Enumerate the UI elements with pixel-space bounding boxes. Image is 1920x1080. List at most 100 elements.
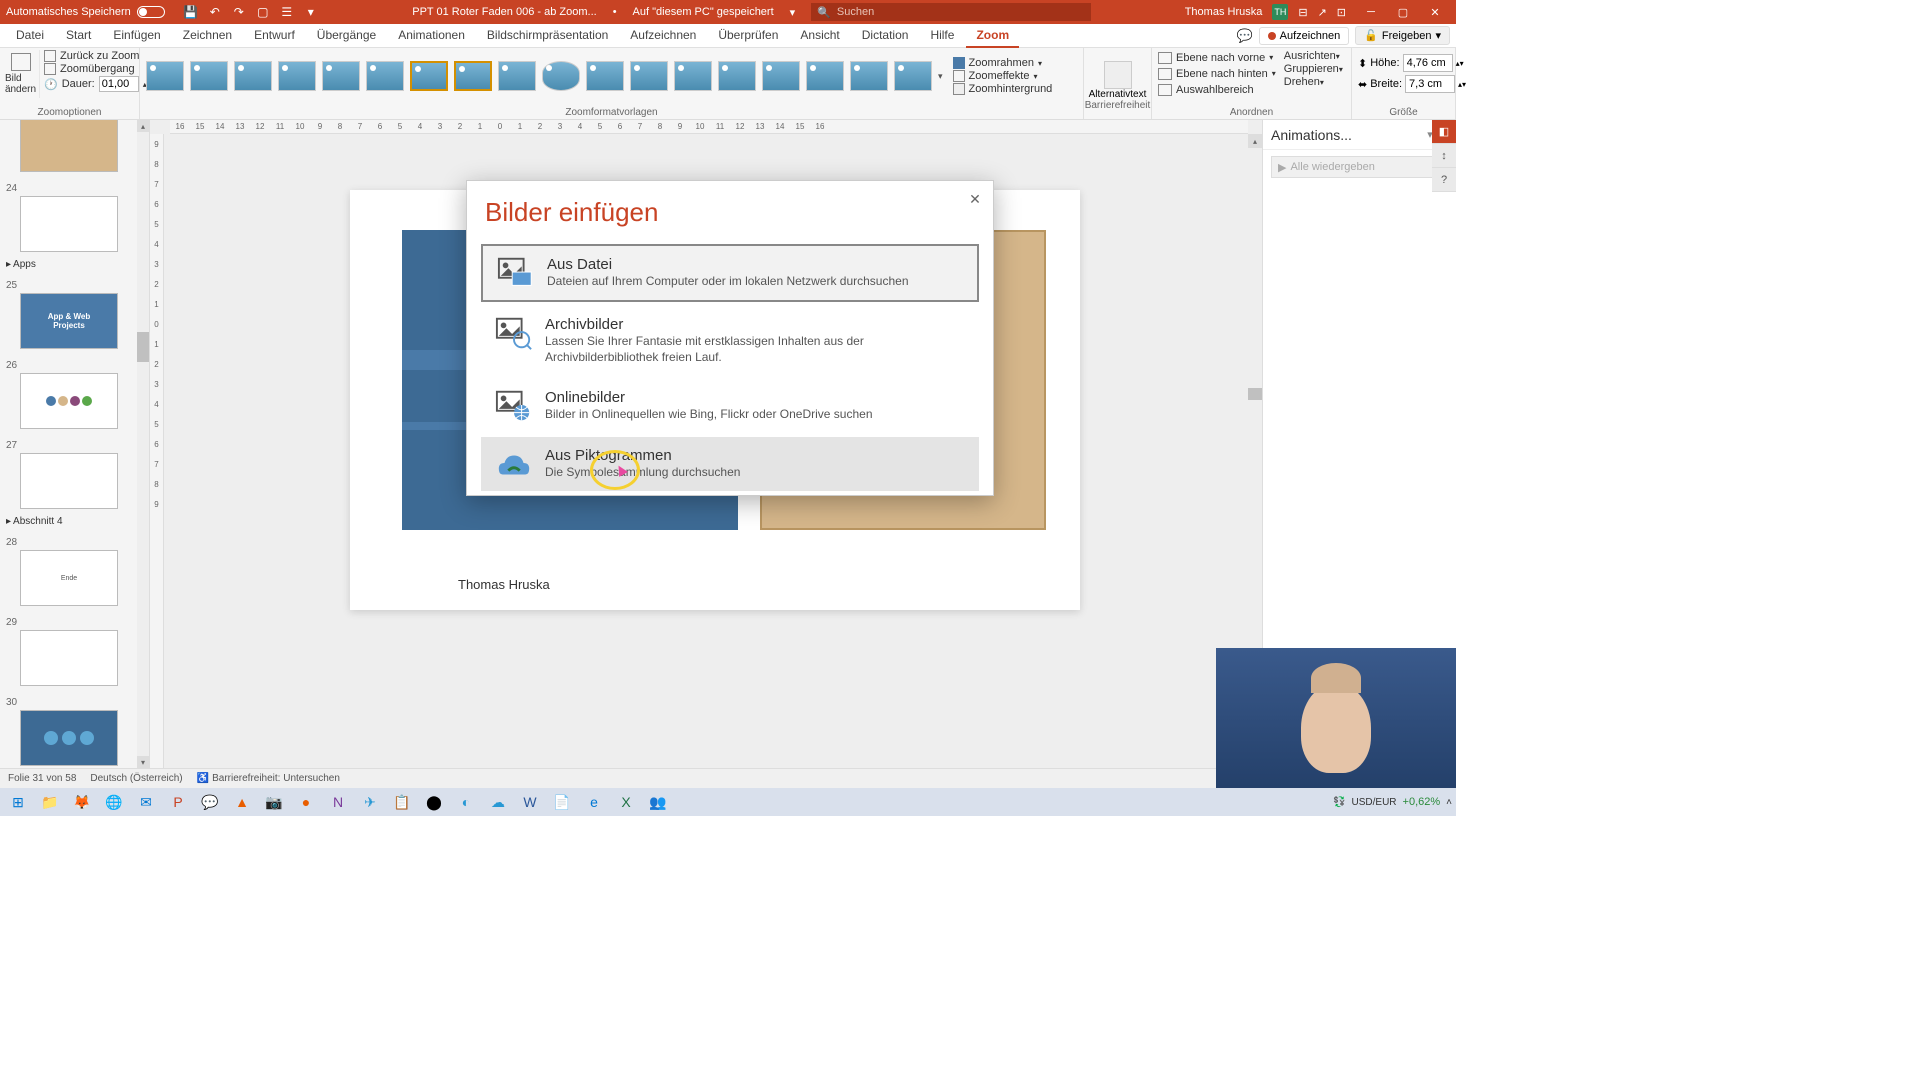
record-button[interactable]: Aufzeichnen [1259,27,1350,45]
option-online-images[interactable]: Onlinebilder Bilder in Onlinequellen wie… [481,379,979,433]
style-thumb[interactable] [190,61,228,91]
ebene-vorne-button[interactable]: Ebene nach vorne▾ [1158,50,1276,65]
style-thumb[interactable] [718,61,756,91]
maximize-button[interactable]: ▢ [1388,3,1418,21]
app-icon[interactable]: 💬 [196,790,224,814]
tab-ueberpruefen[interactable]: Überprüfen [708,24,788,48]
tab-aufzeichnen[interactable]: Aufzeichnen [620,24,706,48]
tab-datei[interactable]: Datei [6,24,54,48]
user-avatar[interactable]: TH [1272,4,1288,20]
style-thumb[interactable] [498,61,536,91]
tab-ansicht[interactable]: Ansicht [790,24,849,48]
search-input[interactable]: 🔍 Suchen [811,3,1091,21]
undo-icon[interactable]: ↶ [207,4,223,20]
style-thumb[interactable] [366,61,404,91]
gruppieren-button[interactable]: Gruppieren▾ [1284,63,1343,75]
share-button[interactable]: 🔓 Freigeben ▾ [1355,26,1450,45]
bild-aendern-button[interactable]: Bild ändern [6,50,40,98]
style-thumb[interactable] [542,61,580,91]
tab-uebergaenge[interactable]: Übergänge [307,24,386,48]
scroll-up-icon[interactable]: ▴ [137,120,149,132]
qat-more-icon[interactable]: ▾ [303,4,319,20]
slide-thumb[interactable] [20,710,118,766]
comments-icon[interactable]: 💬 [1236,28,1252,44]
drehen-button[interactable]: Drehen▾ [1284,76,1343,88]
explorer-icon[interactable]: 📁 [36,790,64,814]
word-icon[interactable]: W [516,790,544,814]
style-thumb[interactable] [322,61,360,91]
accessibility-check[interactable]: ♿Barrierefreiheit: Untersuchen [197,773,340,784]
style-thumb[interactable] [234,61,272,91]
slide-thumb[interactable]: Ende [20,550,118,606]
excel-icon[interactable]: X [612,790,640,814]
app-icon[interactable]: 📋 [388,790,416,814]
zurueck-zoom-check[interactable]: Zurück zu Zoom [44,50,151,62]
close-button[interactable]: ✕ [1420,3,1450,21]
slide-thumb[interactable] [20,453,118,509]
tray-icon[interactable]: ⊟ [1298,6,1307,19]
style-thumb[interactable] [146,61,184,91]
section-header[interactable]: ▸Apps [0,256,137,273]
style-thumb[interactable] [454,61,492,91]
app-icon[interactable]: ☁ [484,790,512,814]
slide-thumb[interactable]: App & WebProjects [20,293,118,349]
gallery-more-icon[interactable]: ▾ [938,71,943,82]
chrome-icon[interactable]: 🌐 [100,790,128,814]
slide-thumb[interactable] [20,373,118,429]
spinner-icon[interactable]: ▴▾ [1458,80,1466,89]
teams-icon[interactable]: 👥 [644,790,672,814]
tab-hilfe[interactable]: Hilfe [920,24,964,48]
ausrichten-button[interactable]: Ausrichten▾ [1284,50,1343,62]
app-icon[interactable]: ● [292,790,320,814]
scroll-handle[interactable] [1248,388,1262,400]
ebene-hinten-button[interactable]: Ebene nach hinten▾ [1158,66,1276,81]
scroll-up-icon[interactable]: ▴ [1248,134,1262,148]
style-thumb[interactable] [762,61,800,91]
touch-icon[interactable]: ☰ [279,4,295,20]
breite-input[interactable] [1405,75,1455,93]
outlook-icon[interactable]: ✉ [132,790,160,814]
tab-einfuegen[interactable]: Einfügen [103,24,170,48]
tab-start[interactable]: Start [56,24,101,48]
tab-zeichnen[interactable]: Zeichnen [173,24,242,48]
style-thumb[interactable] [674,61,712,91]
language-indicator[interactable]: Deutsch (Österreich) [90,773,182,784]
firefox-icon[interactable]: 🦊 [68,790,96,814]
onenote-icon[interactable]: N [324,790,352,814]
tab-dictation[interactable]: Dictation [852,24,919,48]
slide-thumb[interactable] [20,120,118,172]
zoomrahmen-button[interactable]: Zoomrahmen▾ [953,57,1053,69]
option-from-icons[interactable]: Aus Piktogrammen Die Symbolesammlung dur… [481,437,979,491]
vlc-icon[interactable]: ▲ [228,790,256,814]
telegram-icon[interactable]: ✈ [356,790,384,814]
obs-icon[interactable]: ⬤ [420,790,448,814]
tab-bildschirm[interactable]: Bildschirmpräsentation [477,24,618,48]
app-icon[interactable]: 📄 [548,790,576,814]
tab-animationen[interactable]: Animationen [388,24,475,48]
style-thumb[interactable] [630,61,668,91]
zoomhintergrund-button[interactable]: Zoomhintergrund [953,83,1053,95]
scroll-handle[interactable] [137,332,149,362]
style-thumb[interactable] [278,61,316,91]
slideshow-icon[interactable]: ▢ [255,4,271,20]
auswahlbereich-button[interactable]: Auswahlbereich [1158,82,1276,97]
help-icon[interactable]: ? [1432,168,1456,192]
dialog-close-button[interactable]: ✕ [963,187,987,211]
start-button[interactable]: ⊞ [4,790,32,814]
option-from-file[interactable]: Aus Datei Dateien auf Ihrem Computer ode… [481,244,979,302]
style-thumb[interactable] [586,61,624,91]
edge-icon[interactable]: e [580,790,608,814]
thumbs-scrollbar[interactable]: ▴ ▾ [137,120,149,768]
alt-text-button[interactable] [1104,61,1132,89]
toggle-switch[interactable] [137,6,165,18]
zoomuebergang-check[interactable]: Zoomübergang [44,63,151,75]
tool-button[interactable]: ◧ [1432,120,1456,144]
slide-counter[interactable]: Folie 31 von 58 [8,773,76,784]
filename[interactable]: PPT 01 Roter Faden 006 - ab Zoom... [412,6,596,18]
save-icon[interactable]: 💾 [183,4,199,20]
tool-button[interactable]: ↕ [1432,144,1456,168]
save-status[interactable]: Auf "diesem PC" gespeichert [633,6,774,18]
option-stock-images[interactable]: Archivbilder Lassen Sie Ihrer Fantasie m… [481,306,979,375]
app-icon[interactable]: ◐ [452,790,480,814]
tray-chevron-icon[interactable]: ˄ [1446,797,1452,808]
